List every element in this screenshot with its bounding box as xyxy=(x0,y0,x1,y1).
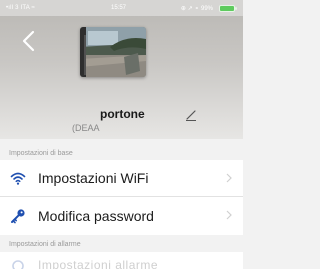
wifi-icon xyxy=(10,172,26,185)
wifi-settings-label: Impostazioni WiFi xyxy=(38,170,149,186)
section-alarm-settings: Impostazioni di allarme xyxy=(9,241,81,248)
carrier-signal: •ıll 3 ITA ≈ xyxy=(6,5,36,11)
camera-thumbnail[interactable] xyxy=(80,27,146,77)
alarm-icon xyxy=(12,259,24,269)
battery-icon xyxy=(219,5,237,12)
chevron-right-icon xyxy=(226,173,232,183)
device-name: portone xyxy=(100,107,145,121)
section-basic-settings: Impostazioni di base xyxy=(9,150,73,157)
alarm-settings-label: Impostazioni allarme xyxy=(38,257,159,269)
status-indicators: ⊕ ↗ ⚬ 99% xyxy=(180,6,213,12)
edit-name-button[interactable] xyxy=(184,108,198,122)
device-id: (DEAA xyxy=(72,123,100,133)
camera-snapshot-image xyxy=(80,27,146,77)
back-arrow-icon xyxy=(22,30,35,52)
alarm-settings-row[interactable]: Impostazioni allarme xyxy=(0,252,243,269)
key-icon xyxy=(11,209,25,224)
pencil-icon xyxy=(186,110,196,121)
change-password-label: Modifica password xyxy=(38,208,154,224)
device-header: •ıll 3 ITA ≈ 15:57 ⊕ ↗ ⚬ 99% portone (DE… xyxy=(0,0,243,139)
back-button[interactable] xyxy=(20,30,40,52)
status-time: 15:57 xyxy=(111,5,127,11)
wifi-settings-row[interactable]: Impostazioni WiFi xyxy=(0,160,243,197)
chevron-right-icon xyxy=(226,210,232,220)
change-password-row[interactable]: Modifica password xyxy=(0,197,243,235)
status-bar: •ıll 3 ITA ≈ 15:57 ⊕ ↗ ⚬ 99% xyxy=(0,0,243,16)
